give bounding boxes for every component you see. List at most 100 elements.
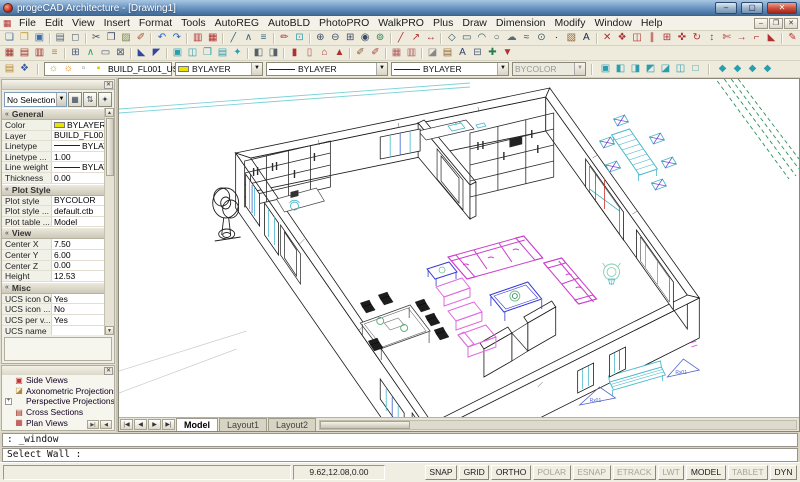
view-bottom-icon[interactable]: ◧ xyxy=(613,63,628,76)
menu-item-autoreg[interactable]: AutoREG xyxy=(210,17,263,29)
text-icon[interactable]: A xyxy=(579,32,594,45)
extend-icon[interactable]: → xyxy=(734,32,749,45)
pan-icon[interactable]: ⊚ xyxy=(373,32,388,45)
opening-icon[interactable]: ⊠ xyxy=(113,47,128,60)
status-toggle-ortho[interactable]: ORTHO xyxy=(491,465,531,480)
property-value[interactable]: default.ctb xyxy=(52,206,104,216)
symbol-icon[interactable]: ✦ xyxy=(230,47,245,60)
property-row[interactable]: Center Z0.00 xyxy=(2,261,104,272)
wall-dimension-icon[interactable]: ≡ xyxy=(47,47,62,60)
line-icon[interactable]: ╱ xyxy=(226,32,241,45)
property-value[interactable]: Yes xyxy=(52,315,104,325)
status-toggle-lwt[interactable]: LWT xyxy=(658,465,684,480)
property-row[interactable]: Height12.53 xyxy=(2,271,104,282)
fillet-icon[interactable]: ⌐ xyxy=(749,32,764,45)
linetype-control[interactable]: BYLAYER ▼ xyxy=(266,62,388,76)
scale-icon[interactable]: ↕ xyxy=(704,32,719,45)
property-row[interactable]: ColorBYLAYER xyxy=(2,120,104,131)
point-icon[interactable]: · xyxy=(549,32,564,45)
property-row[interactable]: UCS name xyxy=(2,326,104,336)
schedule-icon[interactable]: ▦ xyxy=(389,47,404,60)
roof-icon[interactable]: ∧ xyxy=(83,47,98,60)
close-button[interactable]: ✕ xyxy=(767,2,797,14)
zoom-out-icon[interactable]: ⊖ xyxy=(328,32,343,45)
view-top-icon[interactable]: ▣ xyxy=(598,63,613,76)
menu-item-file[interactable]: File xyxy=(15,17,41,29)
new-file-icon[interactable]: ❏ xyxy=(2,32,17,45)
property-row[interactable]: Plot table ...Model xyxy=(2,217,104,228)
child-close-button[interactable]: ✕ xyxy=(784,18,798,29)
palette-scrollbar[interactable]: ▲ ▼ xyxy=(104,108,114,335)
tree-item-side-views[interactable]: ▣Side Views xyxy=(2,375,114,386)
menu-item-dimension[interactable]: Dimension xyxy=(491,17,550,29)
palette-close-icon[interactable]: ✕ xyxy=(104,81,113,89)
material-icon[interactable]: ▤ xyxy=(440,47,455,60)
zoom-extents-icon[interactable]: ◉ xyxy=(358,32,373,45)
property-value[interactable]: No xyxy=(52,304,104,314)
iso-sw-icon[interactable]: ◆ xyxy=(715,63,730,76)
layer-control[interactable]: ☼☼▫▪ BUILD_FL001_US ▼ xyxy=(44,62,172,76)
ray-icon[interactable]: ↗ xyxy=(409,32,424,45)
palette-section-view[interactable]: «View xyxy=(2,227,104,239)
view-plan-icon[interactable]: □ xyxy=(688,63,703,76)
menu-item-tools[interactable]: Tools xyxy=(177,17,211,29)
stair-right-icon[interactable]: ◤ xyxy=(149,47,164,60)
layer-lock-icon[interactable]: ▫ xyxy=(76,63,91,76)
title-bar[interactable]: progeCAD Architecture - [Drawing1] – ▢ ✕ xyxy=(0,0,800,16)
property-value[interactable]: BYCOLOR xyxy=(52,196,104,206)
plant-icon[interactable]: ✚ xyxy=(485,47,500,60)
level-marker-icon[interactable]: ▼ xyxy=(500,47,515,60)
chamfer-icon[interactable]: ◣ xyxy=(764,32,779,45)
property-value[interactable]: 12.53 xyxy=(52,271,104,281)
palette-header[interactable]: ✕ xyxy=(2,80,114,90)
beam-icon[interactable]: ▯ xyxy=(302,47,317,60)
tree-item-cross-sections[interactable]: ▤Cross Sections xyxy=(2,407,114,418)
status-toggle-etrack[interactable]: ETRACK xyxy=(613,465,656,480)
polygon-icon[interactable]: ◇ xyxy=(444,32,459,45)
table-icon[interactable]: ▥ xyxy=(404,47,419,60)
wall-double-icon[interactable]: ▤ xyxy=(17,47,32,60)
expander-icon[interactable]: + xyxy=(5,398,12,405)
sheet-set-icon[interactable]: ▥ xyxy=(190,32,205,45)
stair-left-icon[interactable]: ◣ xyxy=(134,47,149,60)
color-dropdown-arrow[interactable]: ▼ xyxy=(251,63,262,75)
hatch-icon[interactable]: ▧ xyxy=(564,32,579,45)
ellipse-icon[interactable]: ⊙ xyxy=(534,32,549,45)
color-control[interactable]: BYLAYER ▼ xyxy=(175,62,263,76)
redline-pen-icon[interactable]: ✐ xyxy=(368,47,383,60)
maximize-button[interactable]: ▢ xyxy=(741,2,763,14)
redline-icon[interactable]: ✎ xyxy=(785,32,800,45)
iso-se-icon[interactable]: ◆ xyxy=(730,63,745,76)
menu-item-walkpro[interactable]: WalkPRO xyxy=(374,17,429,29)
status-toggle-polar[interactable]: POLAR xyxy=(533,465,571,480)
property-row[interactable]: Line weightBYLAYE xyxy=(2,162,104,173)
open-file-icon[interactable]: ❒ xyxy=(17,32,32,45)
iso-nw-icon[interactable]: ◆ xyxy=(760,63,775,76)
layer-on-icon[interactable]: ☼ xyxy=(46,63,61,76)
property-row[interactable]: Plot style ...default.ctb xyxy=(2,206,104,217)
select-objects-button[interactable]: ▦ xyxy=(68,92,82,107)
horizontal-scrollbar[interactable] xyxy=(319,420,797,430)
property-value[interactable]: 7.50 xyxy=(52,239,104,249)
tab-layout2[interactable]: Layout2 xyxy=(268,418,316,431)
layout-a-icon[interactable]: ◧ xyxy=(251,47,266,60)
construction-line-icon[interactable]: ╱ xyxy=(394,32,409,45)
toggle-pickadd-button[interactable]: ✦ xyxy=(98,92,112,107)
undo-icon[interactable]: ↶ xyxy=(154,32,169,45)
column-icon[interactable]: ▮ xyxy=(287,47,302,60)
status-toggle-esnap[interactable]: ESNAP xyxy=(573,465,611,480)
view-back-icon[interactable]: ◫ xyxy=(673,63,688,76)
tab-model[interactable]: Model xyxy=(176,418,218,431)
drawing-viewport[interactable]: Rx01 Rx01 xyxy=(119,79,799,417)
palette-section-misc[interactable]: «Misc xyxy=(2,282,104,294)
lineweight-dropdown-arrow[interactable]: ▼ xyxy=(497,63,508,75)
layer-manager-icon[interactable]: ▤ xyxy=(2,63,17,76)
status-toggle-tablet[interactable]: TABLET xyxy=(728,465,769,480)
move-icon[interactable]: ✜ xyxy=(674,32,689,45)
child-restore-button[interactable]: ❐ xyxy=(769,18,783,29)
menu-item-insert[interactable]: Insert xyxy=(99,17,134,29)
paste-icon[interactable]: ▨ xyxy=(119,32,134,45)
status-toggle-dyn[interactable]: DYN xyxy=(770,465,797,480)
eraser-icon[interactable]: ◪ xyxy=(425,47,440,60)
section-icon[interactable]: ⊟ xyxy=(470,47,485,60)
